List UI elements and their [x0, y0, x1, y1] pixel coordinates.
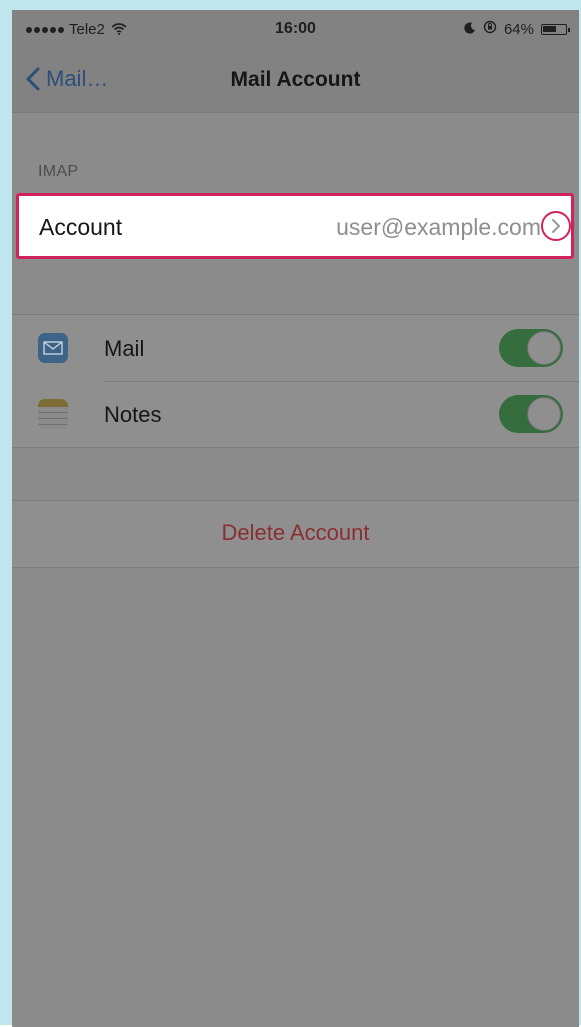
account-value: user@example.com	[336, 214, 541, 240]
page-title: Mail Account	[230, 68, 361, 91]
section-header-imap: IMAP	[38, 163, 79, 180]
battery-fill	[543, 25, 556, 32]
phone-screen: Tele2 16:00 64% Mail… Mail Account IMAP …	[12, 10, 579, 1027]
mail-app-icon	[38, 333, 68, 363]
sync-toggles-group: Mail Notes	[12, 314, 579, 448]
mail-toggle[interactable]	[499, 329, 563, 367]
notes-toggle[interactable]	[499, 395, 563, 433]
notes-app-icon	[38, 399, 68, 429]
navigation-bar: Mail… Mail Account	[12, 50, 579, 113]
device-frame: Tele2 16:00 64% Mail… Mail Account IMAP …	[0, 0, 581, 1027]
account-row[interactable]: Account user@example.com	[16, 193, 574, 259]
toggle-label-mail: Mail	[104, 336, 145, 361]
account-label: Account	[39, 214, 123, 240]
toggle-label-notes: Notes	[104, 402, 162, 427]
chevron-right-icon[interactable]	[541, 211, 571, 241]
battery-icon	[541, 23, 570, 35]
toggle-knob	[527, 331, 561, 365]
do-not-disturb-icon	[464, 21, 476, 38]
delete-account-button[interactable]: Delete Account	[12, 520, 579, 546]
delete-account-group: Delete Account	[12, 500, 579, 568]
toggle-row-mail: Mail	[12, 315, 579, 381]
status-right: 64%	[464, 20, 570, 38]
battery-percent: 64%	[503, 20, 534, 38]
rotation-lock-icon	[483, 20, 497, 38]
toggle-row-notes: Notes	[12, 381, 579, 447]
toggle-knob	[527, 397, 561, 431]
status-bar: Tele2 16:00 64%	[12, 10, 579, 50]
